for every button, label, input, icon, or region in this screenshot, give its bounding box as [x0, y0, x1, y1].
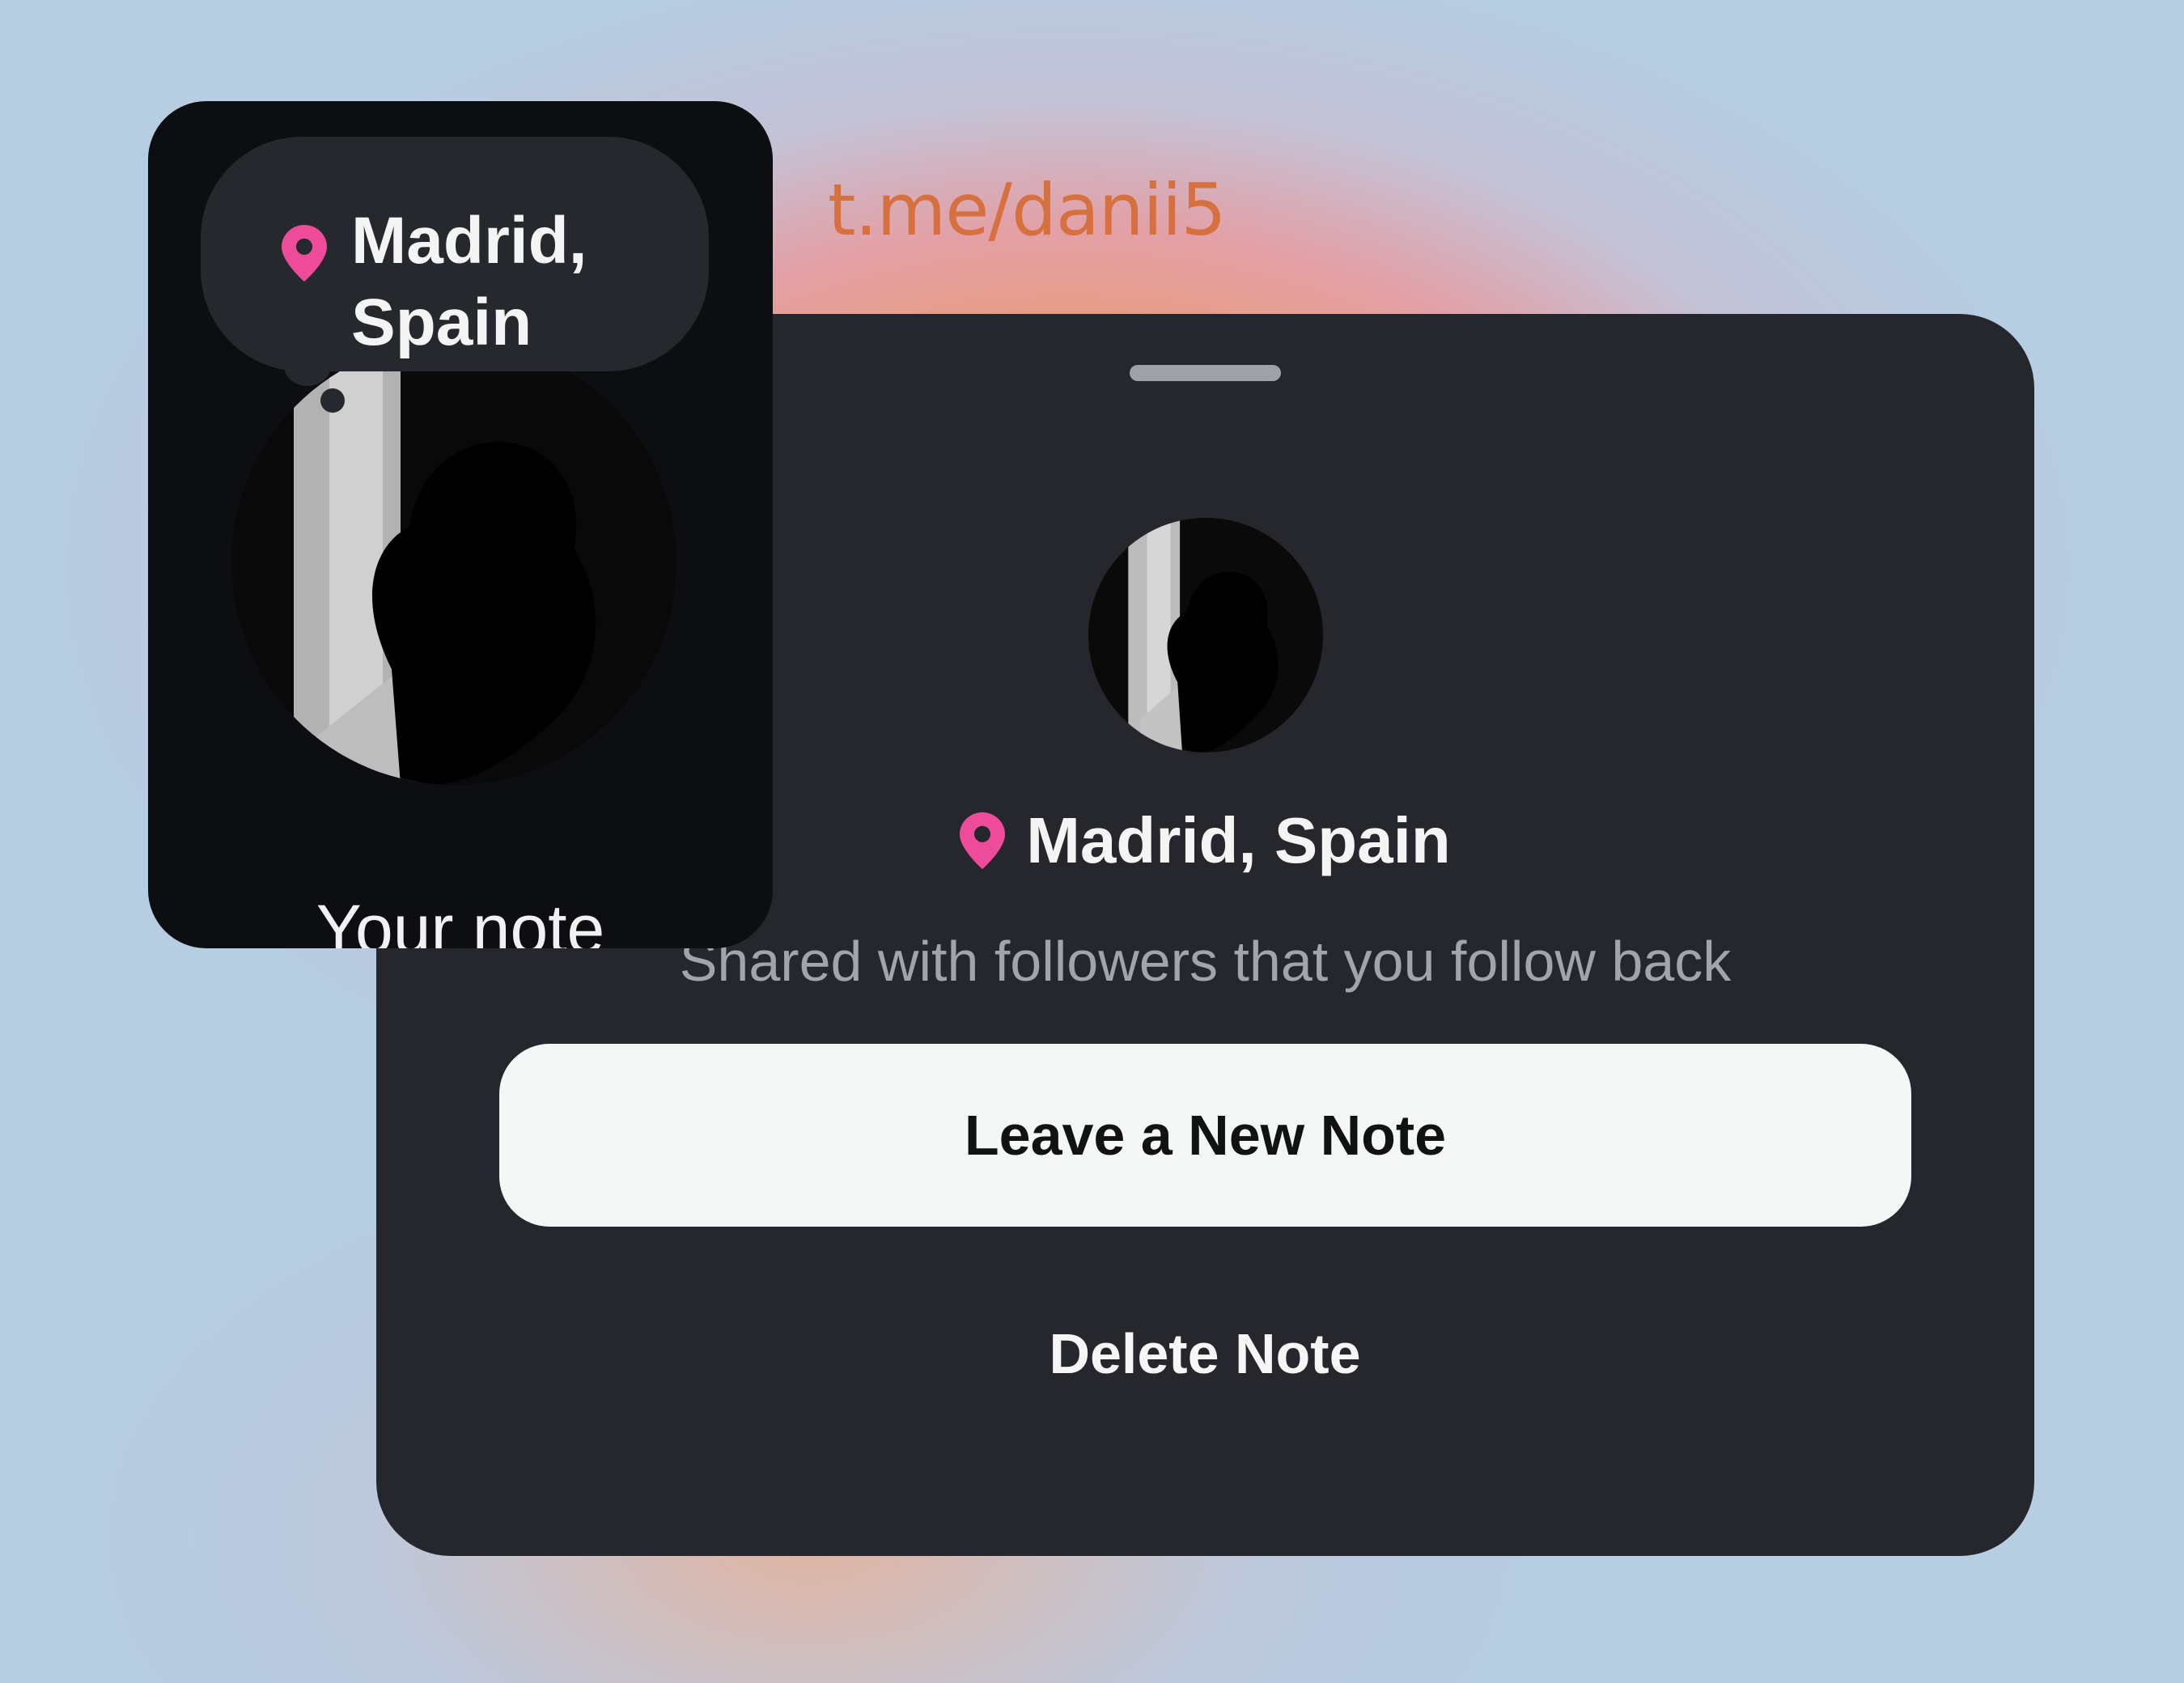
- watermark-text: t.me/danii5: [828, 168, 1226, 252]
- profile-avatar: [231, 340, 676, 785]
- delete-note-button[interactable]: Delete Note: [881, 1305, 1529, 1402]
- bubble-line-2: Spain: [351, 286, 532, 359]
- your-note-label: Your note: [316, 891, 605, 948]
- note-preview-card[interactable]: Madrid, Spain Your note: [148, 101, 773, 948]
- note-bubble[interactable]: Madrid, Spain: [201, 137, 709, 371]
- note-location-title: Madrid, Spain: [1026, 804, 1451, 876]
- location-pin-icon: [960, 812, 1006, 869]
- location-pin-icon: [282, 225, 327, 282]
- bubble-location-text: Madrid, Spain: [351, 200, 587, 363]
- profile-avatar[interactable]: [1088, 518, 1323, 752]
- bubble-tail-dot: [320, 388, 345, 413]
- drag-handle[interactable]: [1130, 365, 1281, 381]
- leave-new-note-button[interactable]: Leave a New Note: [499, 1044, 1911, 1227]
- bubble-line-1: Madrid,: [351, 204, 587, 278]
